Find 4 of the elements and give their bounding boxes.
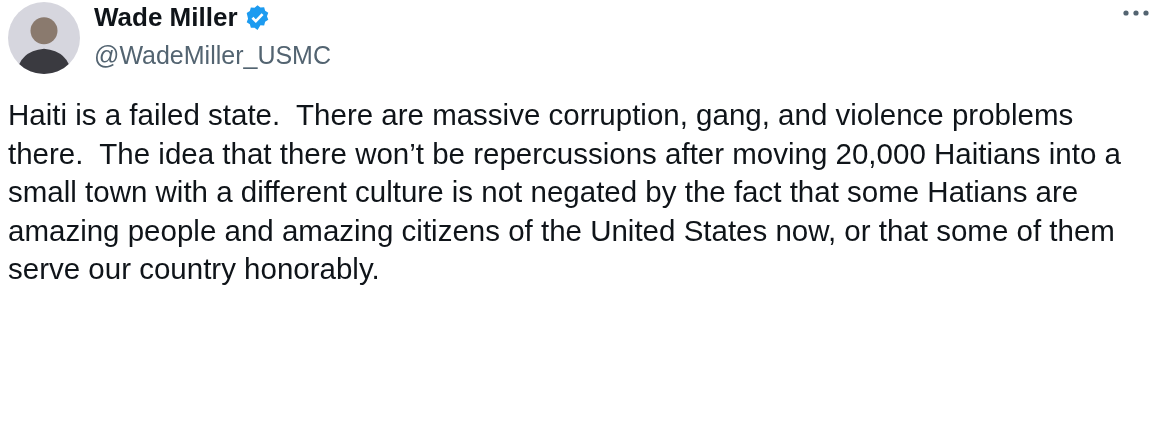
author-name[interactable]: Wade Miller [94, 2, 238, 33]
more-options-icon[interactable] [1120, 8, 1152, 18]
author-handle[interactable]: @WadeMiller_USMC [94, 41, 1106, 70]
tweet-text: Haiti is a failed state. There are massive corruption, gang, and violence problems there. The idea that there won’t be repercussions after moving 20,000 Haitians into a small town with a different culture is not negated by the fact that some Hatians are amazing people and amazing citizens of the United States now, or that some of them serve our country honorably. [8, 97, 1122, 288]
